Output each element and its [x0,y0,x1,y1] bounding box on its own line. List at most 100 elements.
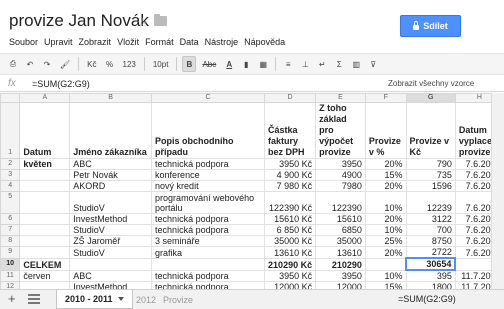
row-number[interactable]: 9 [0,246,21,259]
strikethrough-button[interactable]: Abc [199,56,219,72]
chevron-down-icon[interactable] [117,297,124,301]
currency-button[interactable]: Kč [84,56,99,72]
row-number[interactable]: 10 [0,257,21,271]
cell[interactable]: 13610 [315,246,366,259]
cell[interactable]: 25% [364,235,407,247]
star-icon[interactable]: ☆ [137,15,149,31]
cell[interactable]: technická podpora [151,158,266,170]
cell[interactable] [151,257,266,271]
cell[interactable]: technická podpora [151,269,266,282]
formula-input[interactable]: =SUM(G2:G9) [32,79,90,89]
cell[interactable]: 35000 Kč [264,235,317,247]
row-number[interactable]: 2 [0,158,21,170]
cell[interactable]: Petr Novák [69,169,153,181]
cell[interactable]: 3 semináře [151,235,266,247]
vertical-scrollbar[interactable] [491,93,504,289]
cell[interactable] [19,191,71,214]
cell[interactable]: 10% [364,191,407,214]
cell[interactable]: červen [19,269,71,282]
cell[interactable]: květen [19,158,71,170]
font-size-select[interactable]: 10pt [150,56,172,72]
cell[interactable]: AKORD [69,180,153,192]
cell[interactable]: 20% [364,246,407,259]
cell[interactable] [69,257,153,271]
menu-insert[interactable]: Vložit [114,37,142,47]
cell[interactable]: 13610 Kč [264,246,317,259]
row-number[interactable]: 1 [0,102,21,159]
cell[interactable]: technická podpora [151,213,266,225]
cell[interactable]: 2722 [405,246,456,259]
bold-button[interactable]: B [182,56,197,72]
column-header-c[interactable]: C [151,93,266,103]
cell[interactable] [19,213,71,225]
row-number[interactable]: 7 [0,224,21,236]
cell[interactable]: 3950 [315,158,366,170]
cell[interactable]: grafika [151,246,266,259]
cell[interactable] [19,235,71,247]
cell[interactable]: ABC [69,158,153,170]
wrap-icon[interactable]: ↵ [315,56,329,72]
cell[interactable]: 700 [405,224,456,236]
menu-view[interactable]: Zobrazit [76,37,115,47]
cell[interactable]: 210290 [315,257,366,271]
cell[interactable]: nový kredit [151,180,266,192]
share-button[interactable]: Sdílet [400,15,461,37]
menu-data[interactable]: Data [177,37,202,47]
add-sheet-button[interactable]: + [8,292,16,306]
cell[interactable]: StudioV [69,224,153,236]
cell[interactable]: StudioV [69,246,153,259]
menu-help[interactable]: Nápověda [241,37,288,47]
column-header-d[interactable]: D [264,93,317,103]
cell-header[interactable]: Datum [19,102,71,159]
column-header-a[interactable]: A [19,93,71,103]
cell[interactable]: 122390 Kč [264,191,317,214]
undo-icon[interactable]: ↶ [23,56,37,72]
cell[interactable]: 20% [364,180,407,192]
cell[interactable]: 7980 [315,180,366,192]
row-number[interactable]: 6 [0,213,21,225]
cell[interactable]: 1596 [405,180,456,192]
cell-header[interactable]: Z toho základ pro výpočet provize [315,102,366,159]
column-header-f[interactable]: F [364,93,407,103]
cell[interactable]: 3950 Kč [264,269,317,282]
percent-button[interactable]: % [103,56,117,72]
sheet-list-icon[interactable] [28,294,40,305]
cell[interactable] [19,180,71,192]
cell-header[interactable]: Částka faktury bez DPH [264,102,317,159]
sum-button[interactable]: Σ [332,56,346,72]
cell[interactable]: 4 900 Kč [264,169,317,181]
show-all-formulas-button[interactable]: Zobrazit všechny vzorce [388,79,474,88]
row-number[interactable]: 3 [0,169,21,181]
cell[interactable]: StudioV [69,191,153,214]
menu-file[interactable]: Soubor [6,37,41,47]
sheet-tab-provize[interactable]: Provize [163,295,193,305]
column-header-e[interactable]: E [315,93,366,103]
cell[interactable]: ABC [69,269,153,282]
cell[interactable]: 3950 Kč [264,158,317,170]
menu-tools[interactable]: Nástroje [202,37,242,47]
cell[interactable]: programování webového portálu [151,191,266,214]
cell[interactable]: 122390 [315,191,366,214]
row-number[interactable]: 8 [0,235,21,247]
cell[interactable]: 15% [364,169,407,181]
cell[interactable]: 35000 [315,235,366,247]
cell-header[interactable]: Provize v % [364,102,407,159]
column-header-g[interactable]: G [405,93,456,103]
cell[interactable]: 20% [364,158,407,170]
cell[interactable]: technická podpora [151,224,266,236]
cell[interactable] [364,257,407,271]
print-icon[interactable]: ⎙ [6,56,20,72]
menu-format[interactable]: Formát [142,37,177,47]
column-header-b[interactable]: B [69,93,153,103]
cell[interactable]: 3950 [315,269,366,282]
cell[interactable]: 20% [364,213,407,225]
cell[interactable]: 6850 [315,224,366,236]
sheet-tab-active[interactable]: 2010 - 2011 [56,290,133,309]
cell[interactable]: 3122 [405,213,456,225]
filter-icon[interactable]: ⊽ [366,56,380,72]
valign-icon[interactable]: ⊥ [298,56,312,72]
cell[interactable] [19,246,71,259]
cell[interactable]: 4900 [315,169,366,181]
paint-format-icon[interactable]: 🖌 [57,56,73,72]
row-number[interactable]: 5 [0,191,21,214]
